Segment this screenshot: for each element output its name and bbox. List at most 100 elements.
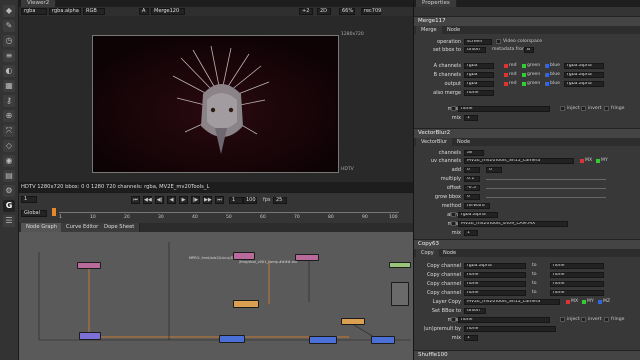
tab-merge[interactable]: Merge: [416, 26, 442, 34]
backdrop-node[interactable]: [391, 282, 409, 306]
layer-copy-select[interactable]: MV2E_mv20Tools_Sh15_camera: [464, 299, 560, 305]
color-icon[interactable]: ◐: [3, 65, 15, 77]
fps-field[interactable]: 25: [273, 197, 287, 204]
unpremult-select[interactable]: none: [464, 326, 556, 332]
copy-to-select[interactable]: none: [550, 281, 604, 287]
views-icon[interactable]: ◉: [3, 155, 15, 167]
other-icon[interactable]: ☰: [3, 215, 15, 227]
tab-node[interactable]: Node: [438, 249, 461, 257]
mask-checkbox[interactable]: [451, 106, 456, 111]
gain-field[interactable]: +2: [299, 8, 313, 15]
tab-node-graph[interactable]: Node Graph: [21, 223, 64, 232]
filter-icon[interactable]: ▦: [3, 80, 15, 92]
red-swatch[interactable]: [504, 72, 508, 77]
offset-slider[interactable]: [486, 188, 606, 189]
copy-from-select[interactable]: none: [464, 272, 526, 278]
first-frame-icon[interactable]: ⏮: [131, 196, 140, 204]
play-icon[interactable]: ▶: [179, 196, 188, 204]
vb-mask-checkbox[interactable]: [451, 221, 456, 226]
method-select[interactable]: forward: [464, 203, 490, 209]
copy-to-select[interactable]: none: [550, 263, 604, 269]
tab-node[interactable]: Node: [442, 26, 465, 34]
tab-node[interactable]: Node: [452, 138, 475, 146]
copy-to-select[interactable]: none: [550, 290, 604, 296]
channels-select[interactable]: all: [464, 150, 484, 156]
tab-dope-sheet[interactable]: Dope Sheet: [99, 223, 141, 232]
furnace-icon[interactable]: G: [3, 200, 15, 212]
output-select[interactable]: rgba: [464, 81, 494, 87]
copy-mask-select[interactable]: none: [458, 317, 550, 323]
copy-from-select[interactable]: rgba.alpha: [464, 263, 526, 269]
tab-properties[interactable]: Properties: [416, 0, 457, 7]
merge-icon[interactable]: ⊕: [3, 110, 15, 122]
read-node[interactable]: [295, 254, 319, 261]
timeline-track[interactable]: [59, 212, 399, 213]
merge-node[interactable]: [219, 335, 245, 343]
node-graph[interactable]: Node Graph Curve Editor Dope Sheet MPEG:…: [19, 223, 413, 360]
output-alpha-select[interactable]: rgba.alpha: [564, 81, 604, 87]
end-frame-field[interactable]: 1: [229, 197, 243, 204]
input-a-node[interactable]: Merge120: [151, 8, 185, 15]
offset-field[interactable]: -0.5: [464, 185, 480, 191]
mask-select[interactable]: none: [458, 106, 550, 112]
alpha-select[interactable]: rgba.alpha: [458, 212, 498, 218]
fringe-checkbox[interactable]: [604, 317, 609, 322]
layer-select[interactable]: rgba.alpha: [49, 8, 81, 15]
b-channels-select[interactable]: rgba: [464, 72, 494, 78]
copy-bbox-select[interactable]: union: [464, 308, 486, 314]
blue-swatch[interactable]: [545, 72, 549, 77]
vectorblur-node[interactable]: [341, 318, 365, 325]
mix-field[interactable]: 1: [464, 115, 478, 121]
mode-select[interactable]: 2D: [317, 8, 331, 15]
copy-from-select[interactable]: none: [464, 281, 526, 287]
operation-select[interactable]: screen: [464, 39, 492, 45]
red-swatch[interactable]: [504, 81, 508, 86]
inject-checkbox[interactable]: [560, 317, 565, 322]
my-swatch[interactable]: [596, 158, 600, 163]
bbox-select[interactable]: union: [464, 47, 486, 53]
play-back-icon[interactable]: ◀: [167, 196, 176, 204]
vb-mask-select[interactable]: MV2E_mv20Tools_sh09_CAM.MX: [458, 221, 568, 227]
blue-swatch[interactable]: [545, 81, 549, 86]
read-node[interactable]: [77, 262, 101, 269]
invert-checkbox[interactable]: [581, 106, 586, 111]
time-icon[interactable]: ◷: [3, 35, 15, 47]
red-swatch[interactable]: [504, 63, 508, 68]
video-colorspace-checkbox[interactable]: [496, 39, 501, 44]
mx-swatch[interactable]: [566, 299, 570, 304]
frame-field[interactable]: 1: [21, 196, 37, 203]
tab-viewer[interactable]: Viewer2: [21, 0, 57, 7]
uv-channels-select[interactable]: MV2E_mv20Tools_Sh15_camera: [464, 158, 574, 164]
green-swatch[interactable]: [522, 63, 526, 68]
multiply-field[interactable]: 0.1: [464, 176, 480, 182]
channels-select[interactable]: rgba: [21, 8, 47, 15]
pointer-icon[interactable]: ◆: [3, 5, 15, 17]
copy-node[interactable]: [79, 332, 101, 340]
metadata-icon[interactable]: ▤: [3, 170, 15, 182]
input-a-select[interactable]: A: [139, 8, 149, 15]
merge-node-name[interactable]: Merge117: [414, 17, 640, 26]
invert-checkbox[interactable]: [581, 317, 586, 322]
b-alpha-select[interactable]: rgba.alpha: [564, 72, 604, 78]
compare-select[interactable]: rec709: [361, 8, 381, 15]
multiply-slider[interactable]: [486, 179, 606, 180]
tab-curve-editor[interactable]: Curve Editor: [61, 223, 105, 232]
green-swatch[interactable]: [522, 72, 526, 77]
keyer-icon[interactable]: ⚷: [3, 95, 15, 107]
mx-swatch[interactable]: [580, 158, 584, 163]
blue-swatch[interactable]: [545, 63, 549, 68]
draw-icon[interactable]: ✎: [3, 20, 15, 32]
mz-swatch[interactable]: [598, 299, 602, 304]
global-select[interactable]: Global: [21, 210, 47, 217]
viewer-canvas[interactable]: 1280x720 HDTV: [19, 16, 413, 188]
tab-copy[interactable]: Copy: [416, 249, 439, 257]
toolsets-icon[interactable]: ⚙: [3, 185, 15, 197]
3d-icon[interactable]: ◇: [3, 140, 15, 152]
vb-mix-field[interactable]: 1: [464, 230, 478, 236]
also-merge-select[interactable]: none: [464, 90, 494, 96]
vectorblur-node-name[interactable]: VectorBlur2: [414, 129, 640, 138]
copy-from-select[interactable]: none: [464, 290, 526, 296]
channel-icon[interactable]: ≡: [3, 50, 15, 62]
copy-node-name[interactable]: Copy63: [414, 240, 640, 249]
vectorblur-node[interactable]: [233, 300, 259, 308]
